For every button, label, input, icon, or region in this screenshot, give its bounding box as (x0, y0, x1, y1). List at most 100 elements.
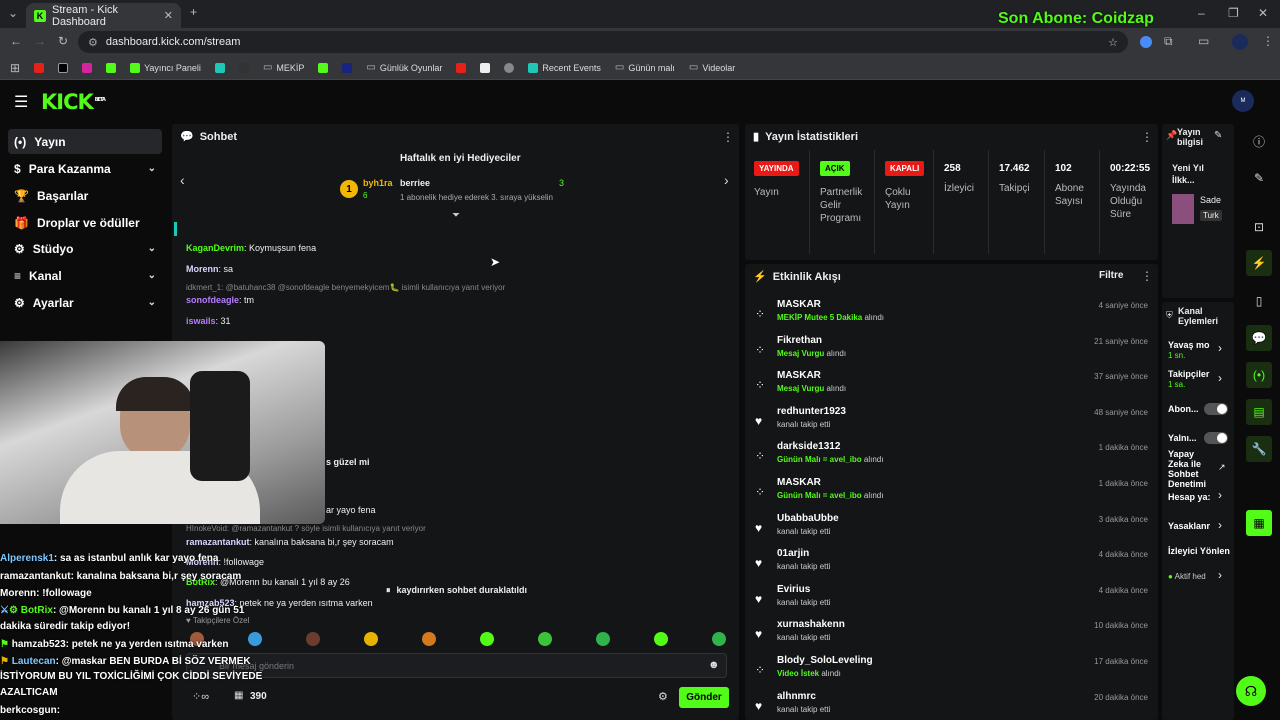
subscribers-only-toggle[interactable] (1204, 403, 1228, 415)
support-headset-icon[interactable]: ☊ (1236, 676, 1266, 706)
info-icon[interactable]: ⓘ (1246, 128, 1272, 154)
chevron-right-icon[interactable]: › (1218, 518, 1222, 532)
event-user[interactable]: UbabbaUbbe (777, 513, 839, 524)
bookmark-star-icon[interactable]: ☆ (1108, 36, 1118, 49)
bookmark-openai-icon[interactable] (504, 62, 515, 73)
instagram-bookmark-icon[interactable] (82, 62, 93, 73)
chevron-right-icon[interactable]: › (1218, 341, 1222, 355)
emote-icon[interactable] (596, 632, 610, 646)
emote-icon[interactable] (654, 632, 668, 646)
grid-rail-icon[interactable]: ▤ (1246, 399, 1272, 425)
emote-only-toggle[interactable] (1204, 432, 1228, 444)
gifters-next-icon[interactable]: › (724, 172, 729, 188)
bookmark-prompt-icon[interactable] (238, 62, 249, 73)
gifters-prev-icon[interactable]: ‹ (180, 172, 185, 188)
bookmark-image-icon[interactable] (480, 62, 491, 73)
bookmark-videolar[interactable]: ▭ Videolar (689, 62, 735, 73)
activity-event[interactable]: ♥ Evirius kanalı takip etti 4 dakika önce (755, 584, 1150, 618)
edit-icon[interactable]: ✎ (1246, 165, 1272, 191)
window-close-icon[interactable]: ✕ (1258, 6, 1268, 20)
external-link-icon[interactable]: ↗ (1218, 462, 1226, 473)
event-user[interactable]: Evirius (777, 584, 810, 595)
sidebar-item-ayarlar[interactable]: ⚙ Ayarlar ⌄ (8, 290, 162, 315)
phone-icon[interactable]: ▯ (1246, 288, 1272, 314)
activity-event[interactable]: ♥ UbabbaUbbe kanalı takip etti 3 dakika önc… (755, 513, 1150, 547)
emote-icon[interactable] (306, 632, 320, 646)
followers-only-action[interactable]: Takipçiler 1 sa. (1168, 369, 1216, 390)
emote-cool-icon[interactable] (364, 632, 378, 646)
browser-tab[interactable]: K Stream - Kick Dashboard ✕ (26, 3, 181, 28)
user-avatar[interactable]: M (1232, 90, 1254, 112)
gifter-1-name[interactable]: byh1ra (363, 178, 393, 188)
wrench-icon[interactable]: 🔧 (1246, 436, 1272, 462)
emote-icon[interactable] (538, 632, 552, 646)
broadcast-rail-icon[interactable]: (•) (1246, 362, 1272, 388)
calendar-rail-icon[interactable]: ▦ (1246, 510, 1272, 536)
banned-words-action[interactable]: Yasaklanr (1168, 521, 1210, 531)
forward-icon[interactable]: → (34, 34, 46, 48)
emote-icon[interactable] (480, 632, 494, 646)
category-thumbnail[interactable] (1172, 194, 1194, 224)
x-bookmark-icon[interactable] (58, 62, 69, 73)
lightning-rail-icon[interactable]: ⚡ (1246, 250, 1272, 276)
emote-icon[interactable] (712, 632, 726, 646)
filter-button[interactable]: Filtre (1099, 270, 1123, 281)
bookmark-yayinci-paneli[interactable]: Yayıncı Paneli (130, 62, 201, 73)
chevron-right-icon[interactable]: › (1218, 371, 1222, 385)
back-icon[interactable]: ← (10, 34, 22, 48)
hamburger-menu-icon[interactable]: ☰ (14, 92, 28, 112)
activity-menu-icon[interactable]: ⋮ (1141, 269, 1153, 283)
minimize-icon[interactable]: – (1198, 6, 1205, 20)
kick-bookmark-2-icon[interactable] (318, 62, 329, 73)
edit-pencil-icon[interactable]: ✎ (1214, 130, 1222, 141)
event-user[interactable]: MASKAR (777, 477, 821, 488)
activity-event[interactable]: ⁘ MASKAR Mesaj Vurgu alındı 37 saniye önce (755, 370, 1150, 404)
event-user[interactable]: redhunter1923 (777, 406, 846, 417)
chevron-right-icon[interactable]: › (1218, 568, 1222, 582)
bookmark-gunun-mali[interactable]: ▭ Günün malı (615, 62, 675, 73)
tab-close-icon[interactable]: ✕ (164, 9, 173, 22)
bookmark-gunluk-oyunlar[interactable]: ▭ Günlük Oyunlar (366, 62, 442, 73)
gifter-2-name[interactable]: berriee (400, 178, 430, 188)
chat-settings-gear-icon[interactable]: ⚙ (658, 690, 668, 703)
bookmark-mekip[interactable]: ▭ MEKİP (263, 62, 304, 73)
tab-list-icon[interactable]: ⌄ (8, 6, 18, 20)
chevron-right-icon[interactable]: › (1218, 488, 1222, 502)
stats-menu-icon[interactable]: ⋮ (1141, 130, 1153, 144)
sidebar-item-basarilar[interactable]: 🏆 Başarılar (8, 183, 162, 208)
active-target-action[interactable]: ● Aktif hed (1168, 572, 1206, 582)
account-age-action[interactable]: Hesap ya: (1168, 492, 1211, 502)
site-info-icon[interactable]: ⚙ (88, 36, 98, 49)
menu-kebab-icon[interactable]: ⋮ (1262, 34, 1274, 48)
activity-event[interactable]: ♥ alhnmrc kanalı takip etti 20 dakika önce (755, 691, 1150, 720)
event-user[interactable]: darkside1312 (777, 441, 840, 452)
new-tab-icon[interactable]: + (190, 5, 197, 19)
chat-input[interactable]: Bir mesaj gönderin ☻ (186, 653, 727, 678)
sidebar-item-kanal[interactable]: ≡ Kanal ⌄ (8, 263, 162, 288)
event-user[interactable]: 01arjin (777, 548, 809, 559)
extension-icon[interactable] (1140, 36, 1152, 48)
youtube-bookmark-icon[interactable] (34, 62, 45, 73)
activity-event[interactable]: ♥ redhunter1923 kanalı takip etti 48 saniye… (755, 406, 1150, 440)
sidebar-item-studyo[interactable]: ⚙ Stüdyo ⌄ (8, 236, 162, 261)
chat-menu-icon[interactable]: ⋮ (722, 130, 734, 144)
reload-icon[interactable]: ↻ (58, 34, 68, 48)
event-user[interactable]: alhnmrc (777, 691, 816, 702)
bookmark-app-icon[interactable] (214, 62, 225, 73)
event-user[interactable]: Blody_SoloLeveling (777, 655, 873, 666)
activity-event[interactable]: ⁘ MASKAR MEKİP Mutee 5 Dakika alındı 4 sani… (755, 299, 1150, 333)
activity-event[interactable]: ⁘ Blody_SoloLeveling Video İstek alındı 17 … (755, 655, 1150, 689)
kick-bookmark-icon[interactable] (106, 62, 117, 73)
event-user[interactable]: xurnashakenn (777, 619, 845, 630)
viewer-redirect-action[interactable]: İzleyici Yönlen (1168, 546, 1230, 556)
emoji-picker-icon[interactable]: ☻ (708, 659, 720, 671)
ai-moderation-action[interactable]: Yapay Zeka ile Sohbet Denetimi (1168, 449, 1212, 489)
slow-mode-action[interactable]: Yavaş mo 1 sn. (1168, 340, 1216, 361)
url-field[interactable]: ⚙ dashboard.kick.com/stream ☆ (78, 31, 1128, 53)
kick-logo[interactable]: KICK BETA (41, 90, 106, 114)
collapse-gifters-icon[interactable]: ⏷ (452, 210, 460, 221)
bookmark-dark-icon[interactable] (342, 62, 353, 73)
apps-grid-icon[interactable]: ⊞ (10, 61, 20, 75)
chat-paused-banner[interactable]: ⏸ kaydırırken sohbet duraklatıldı (380, 582, 534, 598)
emote-heart-icon[interactable] (248, 632, 262, 646)
